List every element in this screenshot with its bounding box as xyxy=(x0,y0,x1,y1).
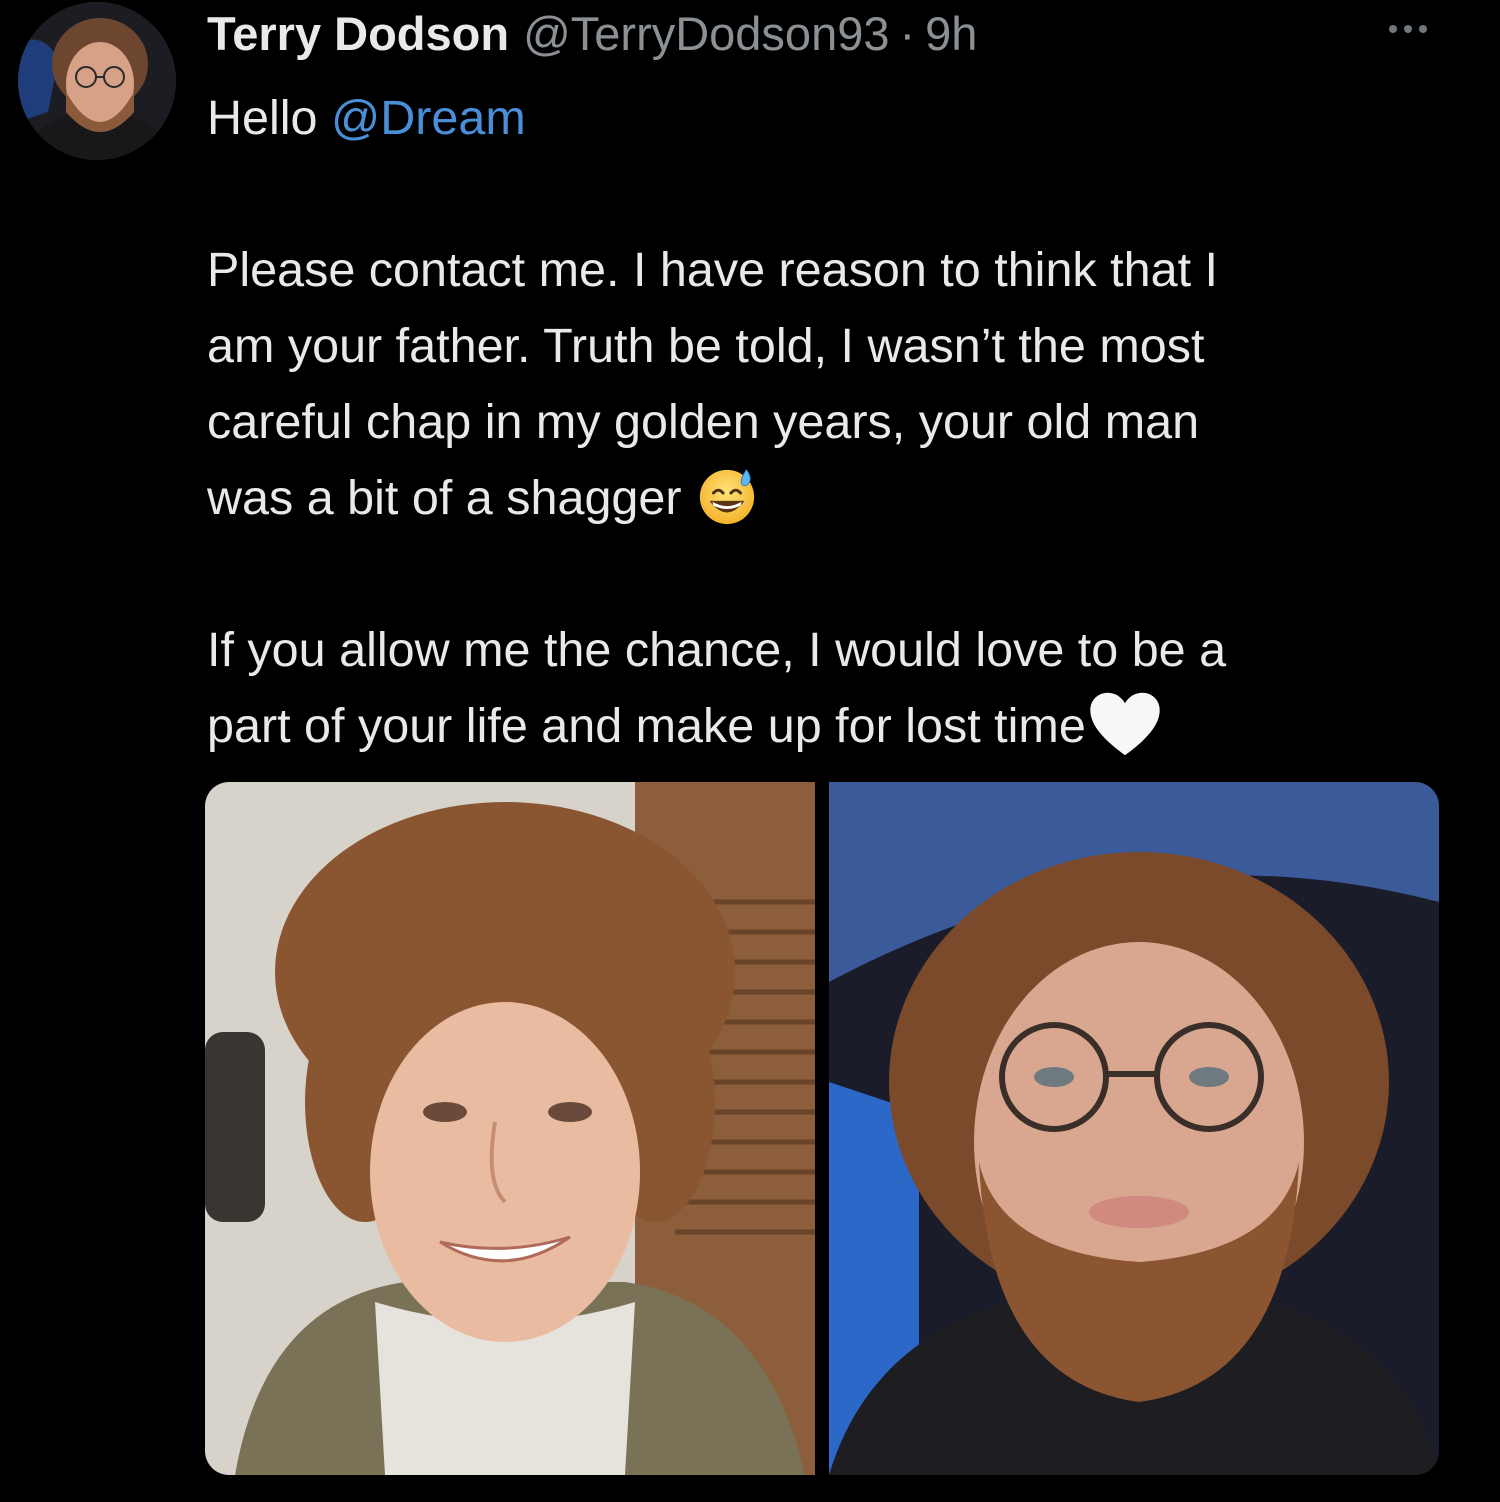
more-options-button[interactable] xyxy=(1378,14,1438,44)
tweet-card[interactable]: Terry Dodson @TerryDodson93 · 9h Hello @… xyxy=(0,0,1500,1502)
tweet-photo-2[interactable] xyxy=(829,782,1439,1475)
white-heart-emoji xyxy=(1088,690,1162,758)
body-line-with-emoji: was a bit of a shagger xyxy=(207,460,1467,536)
body-line: If you allow me the chance, I would love… xyxy=(207,623,1227,677)
body-line: am your father. Truth be told, I wasn’t … xyxy=(207,319,1205,373)
body-line: Please contact me. I have reason to thin… xyxy=(207,243,1218,297)
tweet-media-grid xyxy=(205,782,1439,1475)
body-line-with-emoji: part of your life and make up for lost t… xyxy=(207,688,1467,764)
author-avatar[interactable] xyxy=(18,2,176,160)
greeting-line: Hello @Dream xyxy=(207,91,526,145)
author-handle[interactable]: @TerryDodson93 xyxy=(523,6,889,62)
mention-link[interactable]: @Dream xyxy=(331,91,526,145)
more-horizontal-icon xyxy=(1389,25,1427,33)
author-display-name[interactable]: Terry Dodson xyxy=(207,6,509,62)
header-separator: · xyxy=(899,7,916,60)
tweet-photo-1[interactable] xyxy=(205,782,815,1475)
grinning-face-with-sweat-emoji xyxy=(696,464,758,526)
tweet-header: Terry Dodson @TerryDodson93 · 9h xyxy=(207,6,977,62)
tweet-text: Hello @Dream Please contact me. I have r… xyxy=(207,80,1467,764)
body-line: careful chap in my golden years, your ol… xyxy=(207,395,1200,449)
tweet-timestamp[interactable]: 9h xyxy=(925,6,977,62)
